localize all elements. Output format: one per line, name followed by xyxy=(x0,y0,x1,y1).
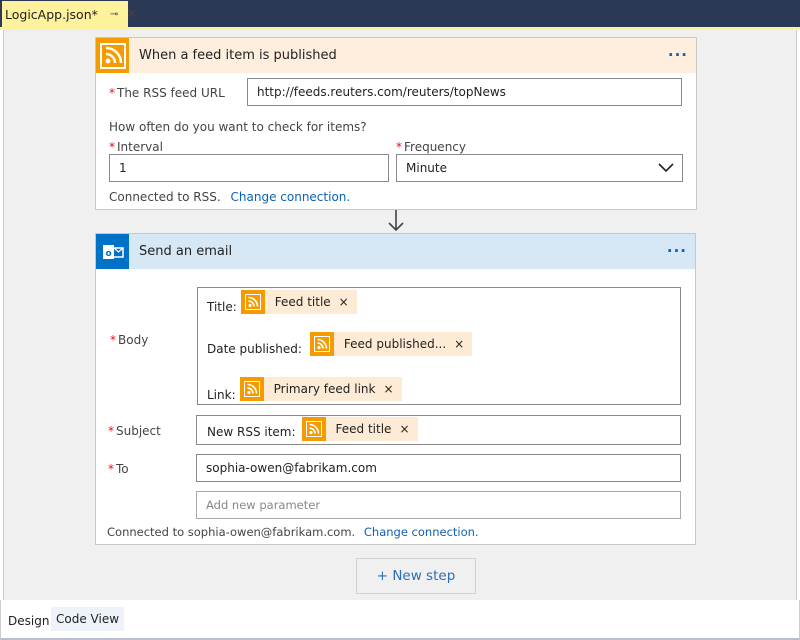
remove-token-icon[interactable]: × xyxy=(383,382,393,396)
interval-label: *Interval xyxy=(109,140,163,154)
rss-icon xyxy=(241,290,265,314)
chevron-down-icon xyxy=(658,163,674,173)
body-line-date: Date published: Feed published... × xyxy=(207,332,472,356)
body-prefix: Title: xyxy=(207,300,237,314)
token-label: Primary feed link xyxy=(274,382,376,396)
body-line-link: Link: Primary feed link × xyxy=(207,376,402,402)
more-options-icon[interactable]: ··· xyxy=(667,242,687,260)
close-icon[interactable]: ✕ xyxy=(126,7,137,22)
body-prefix: Link: xyxy=(207,388,236,402)
add-new-parameter-input[interactable]: Add new parameter xyxy=(196,491,681,519)
action-connection: Connected to sophia-owen@fabrikam.com. C… xyxy=(107,525,479,539)
tab-code-view[interactable]: Code View xyxy=(51,607,124,631)
trigger-title: When a feed item is published xyxy=(139,48,337,63)
body-prefix: Date published: xyxy=(207,342,302,356)
trigger-header[interactable]: When a feed item is published ··· xyxy=(96,38,696,73)
action-header[interactable]: o Send an email ··· xyxy=(96,234,695,269)
subject-prefix: New RSS item: xyxy=(207,425,296,439)
arrow-down-icon xyxy=(386,210,406,233)
rss-icon xyxy=(310,332,334,356)
trigger-change-connection-link[interactable]: Change connection. xyxy=(231,190,351,204)
frequency-select[interactable]: Minute xyxy=(396,154,683,182)
to-input[interactable]: sophia-owen@fabrikam.com xyxy=(196,454,681,482)
subject-label: *Subject xyxy=(108,424,161,438)
token-feed-title[interactable]: Feed title × xyxy=(302,417,418,441)
trigger-connected-text: Connected to RSS. xyxy=(109,190,221,204)
interval-input[interactable]: 1 xyxy=(109,154,389,182)
tab-title: LogicApp.json* xyxy=(5,7,98,22)
document-tab[interactable]: LogicApp.json* ⊸ ✕ xyxy=(2,1,128,27)
rss-icon xyxy=(240,377,264,401)
rss-icon xyxy=(96,38,129,73)
remove-token-icon[interactable]: × xyxy=(454,337,464,351)
rss-icon xyxy=(302,417,326,441)
svg-text:o: o xyxy=(105,249,111,259)
trigger-connection: Connected to RSS. Change connection. xyxy=(109,190,350,204)
bottom-view-tabs: Design Code View xyxy=(0,600,800,640)
token-feed-title[interactable]: Feed title × xyxy=(241,290,357,314)
token-label: Feed title xyxy=(275,295,331,309)
pin-icon[interactable]: ⊸ xyxy=(110,9,118,20)
url-label: *The RSS feed URL xyxy=(109,86,225,100)
token-label: Feed title xyxy=(336,422,392,436)
action-change-connection-link[interactable]: Change connection. xyxy=(364,525,479,539)
rss-url-input[interactable]: http://feeds.reuters.com/reuters/topNews xyxy=(247,78,682,106)
subject-content: New RSS item: Feed title × xyxy=(207,417,418,441)
more-options-icon[interactable]: ··· xyxy=(668,46,688,64)
frequency-label: *Frequency xyxy=(396,140,466,154)
token-primary-feed-link[interactable]: Primary feed link × xyxy=(240,377,402,401)
outlook-icon: o xyxy=(96,234,129,269)
send-email-card: o Send an email ··· *Body Title: Feed ti… xyxy=(95,233,696,545)
action-title: Send an email xyxy=(139,244,232,259)
new-step-button[interactable]: + New step xyxy=(356,558,476,594)
remove-token-icon[interactable]: × xyxy=(339,295,349,309)
body-label: *Body xyxy=(110,333,148,347)
remove-token-icon[interactable]: × xyxy=(399,422,409,436)
action-connected-text: Connected to sophia-owen@fabrikam.com. xyxy=(107,525,355,539)
token-label: Feed published... xyxy=(344,337,446,351)
frequency-value: Minute xyxy=(406,161,447,175)
token-feed-published[interactable]: Feed published... × xyxy=(310,332,472,356)
frequency-question: How often do you want to check for items… xyxy=(109,120,367,134)
body-line-title: Title: Feed title × xyxy=(207,290,357,314)
to-label: *To xyxy=(108,462,129,476)
trigger-card: When a feed item is published ··· *The R… xyxy=(95,37,697,210)
tab-design[interactable]: Design xyxy=(8,614,49,628)
